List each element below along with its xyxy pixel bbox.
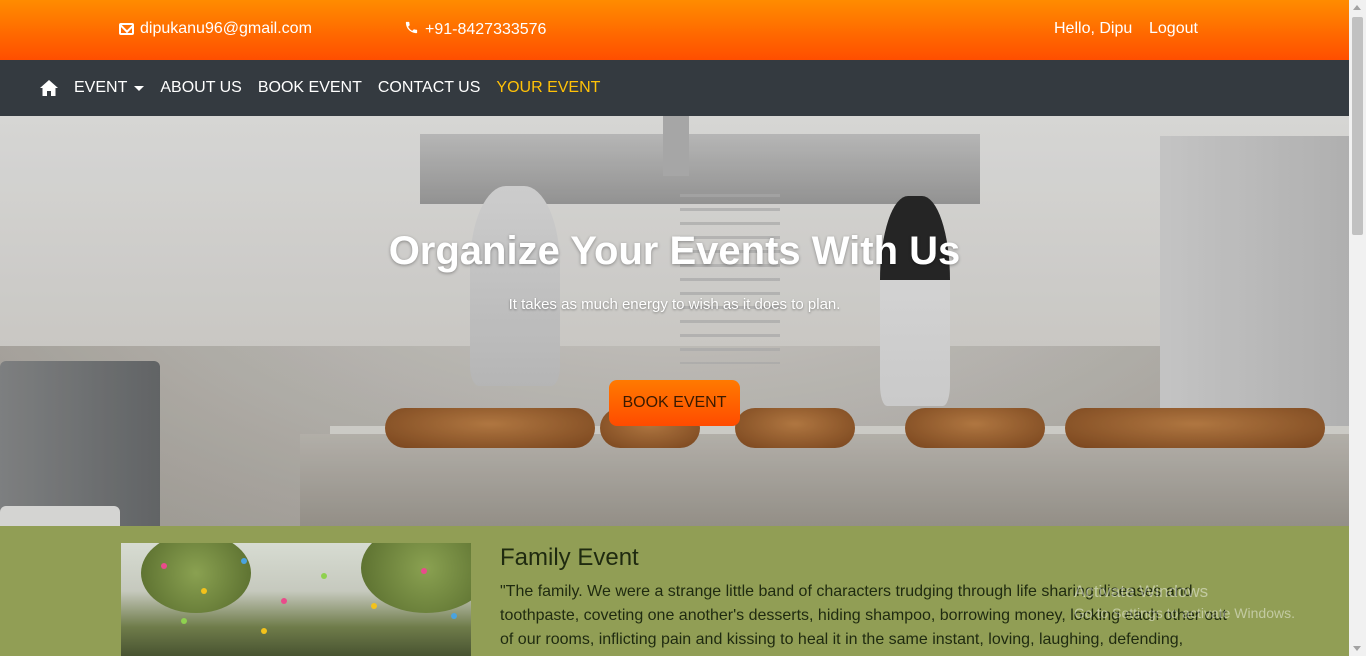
phone-icon	[404, 20, 419, 40]
confetti-decoration	[281, 598, 287, 604]
tree-decoration	[141, 543, 251, 613]
family-event-title: Family Event	[500, 544, 639, 571]
family-event-image[interactable]	[121, 543, 471, 656]
confetti-decoration	[421, 568, 427, 574]
windows-activation-watermark: Activate Windows	[1074, 582, 1209, 601]
hero-banner: Organize Your Events With Us It takes as…	[0, 116, 1349, 526]
email-text: dipukanu96@gmail.com	[140, 20, 312, 37]
nav-book-event[interactable]: BOOK EVENT	[258, 79, 362, 97]
windows-activation-hint: Go to Settings to activate Windows.	[1074, 605, 1295, 621]
hero-overlay	[0, 116, 1349, 526]
main-navbar: EVENT ABOUT US BOOK EVENT CONTACT US YOU…	[0, 60, 1349, 116]
scroll-down-arrow-icon[interactable]	[1353, 646, 1361, 651]
email-contact[interactable]: dipukanu96@gmail.com	[119, 20, 312, 38]
nav-event[interactable]: EVENT	[74, 79, 145, 97]
nav-about-us[interactable]: ABOUT US	[160, 79, 242, 97]
hero-title: Organize Your Events With Us	[388, 229, 961, 273]
top-contact-bar: dipukanu96@gmail.com +91-8427333576 Hell…	[0, 0, 1349, 60]
confetti-decoration	[321, 573, 327, 579]
confetti-decoration	[201, 588, 207, 594]
scroll-up-arrow-icon[interactable]	[1353, 5, 1361, 10]
confetti-decoration	[371, 603, 377, 609]
hero-subtitle: It takes as much energy to wish as it do…	[508, 296, 841, 313]
confetti-decoration	[451, 613, 457, 619]
nav-event-label: EVENT	[74, 79, 128, 96]
confetti-decoration	[241, 558, 247, 564]
confetti-decoration	[161, 563, 167, 569]
chevron-down-icon	[134, 86, 145, 91]
nav-your-event[interactable]: YOUR EVENT	[496, 79, 600, 97]
phone-contact[interactable]: +91-8427333576	[404, 20, 546, 40]
book-event-button[interactable]: BOOK EVENT	[609, 380, 740, 426]
envelope-icon	[119, 23, 134, 35]
page: dipukanu96@gmail.com +91-8427333576 Hell…	[0, 0, 1349, 656]
confetti-decoration	[261, 628, 267, 634]
nav-contact-us[interactable]: CONTACT US	[378, 79, 481, 97]
vertical-scrollbar[interactable]	[1349, 0, 1366, 656]
tree-decoration	[361, 543, 471, 613]
home-icon[interactable]	[40, 80, 58, 96]
confetti-decoration	[181, 618, 187, 624]
scrollbar-thumb[interactable]	[1352, 17, 1363, 235]
phone-text: +91-8427333576	[425, 21, 547, 38]
user-greeting: Hello, Dipu	[1054, 20, 1133, 37]
logout-link[interactable]: Logout	[1149, 20, 1198, 38]
